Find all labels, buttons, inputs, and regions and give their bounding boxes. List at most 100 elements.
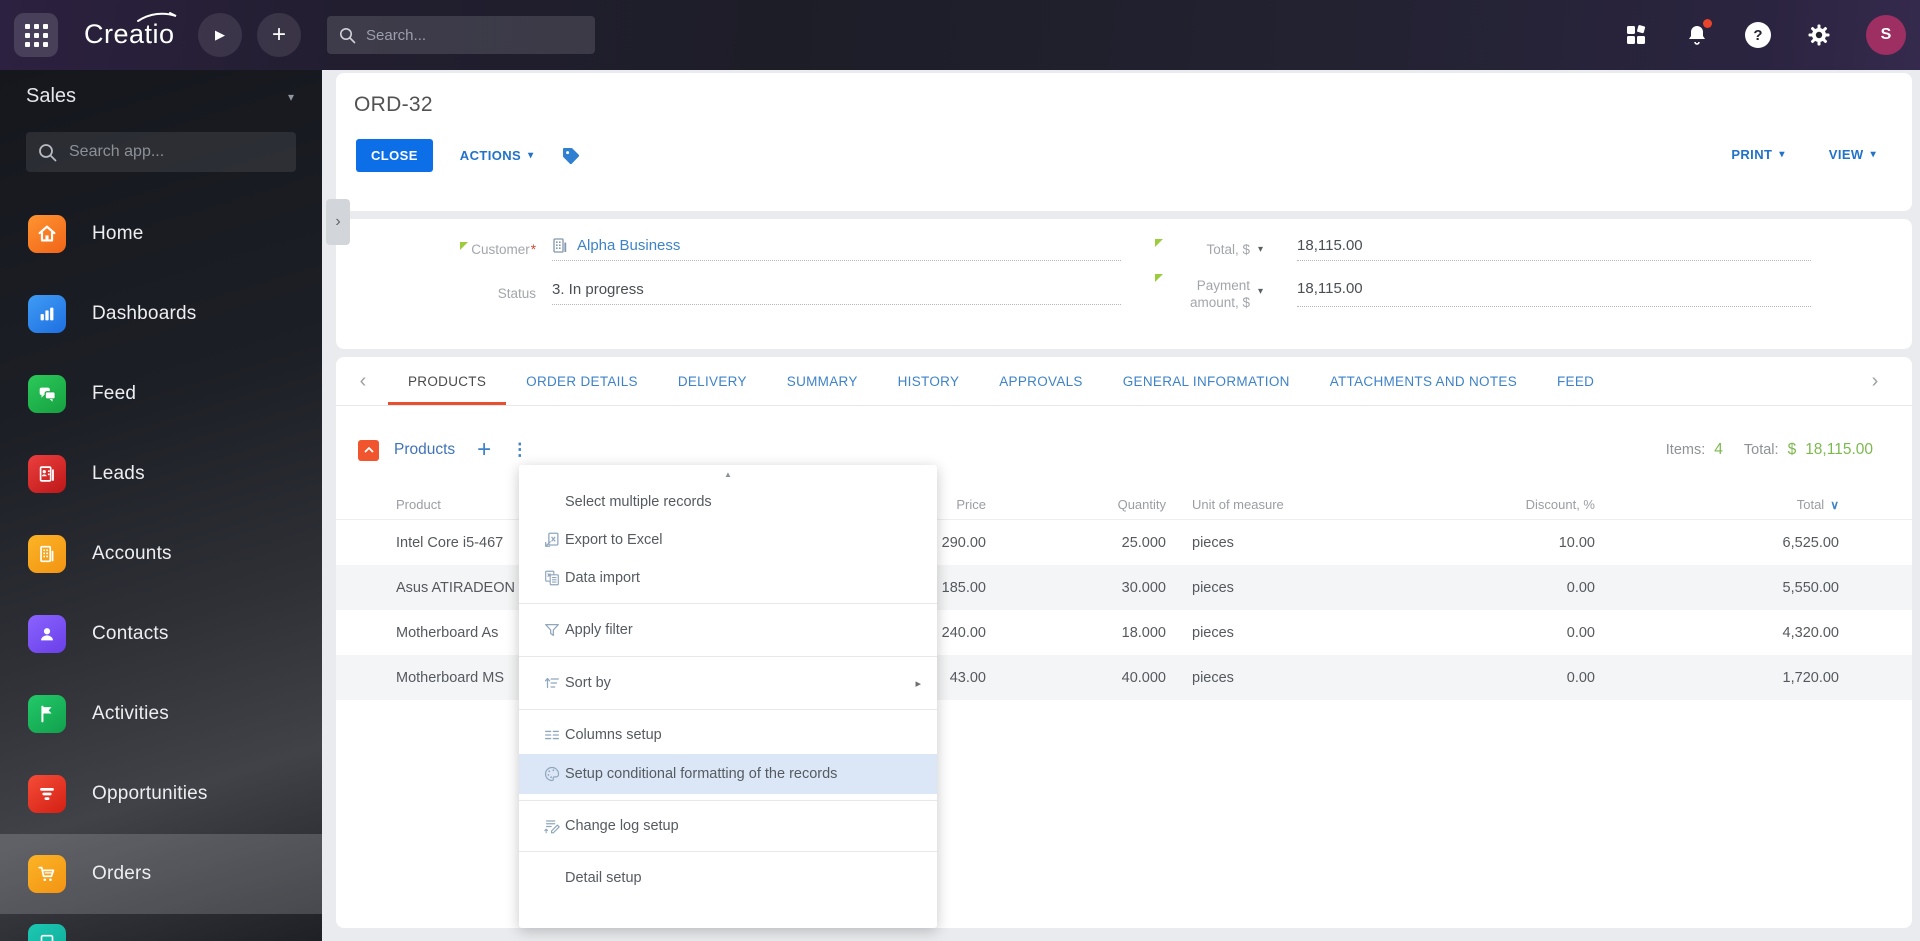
chevron-down-icon[interactable]: ▾ (1258, 286, 1263, 297)
payment-label: Payment amount, $ (1189, 278, 1250, 310)
expand-panel-button[interactable]: › (326, 199, 350, 245)
sidebar-item-contacts[interactable]: Contacts (0, 594, 322, 674)
payment-value-box[interactable]: 18,115.00 (1297, 277, 1811, 307)
settings-button[interactable] (1805, 21, 1833, 49)
cell-quantity: 40.000 (1121, 669, 1166, 686)
menu-item-apply-filter[interactable]: Apply filter (519, 610, 937, 650)
cart-icon (38, 866, 55, 882)
menu-item-export-to-excel[interactable]: Export to Excel (519, 521, 937, 559)
record-header-card: ORD-32 CLOSE ACTIONS ▾ PRINT ▾ VIEW ▾ (336, 73, 1912, 211)
status-value-box[interactable]: 3. In progress (552, 281, 1121, 305)
global-search-input[interactable] (366, 26, 566, 44)
cell-total: 6,525.00 (1782, 534, 1839, 551)
search-icon (340, 27, 356, 43)
sidebar-item-partial[interactable] (0, 914, 322, 941)
customer-value[interactable]: Alpha Business (552, 237, 1121, 261)
sidebar-item-leads[interactable]: Leads (0, 434, 322, 514)
sidebar-item-opportunities[interactable]: Opportunities (0, 754, 322, 834)
actions-button[interactable]: ACTIONS ▾ (460, 148, 534, 163)
detail-title[interactable]: Products (394, 441, 455, 459)
global-search[interactable] (327, 16, 595, 54)
chevron-up-icon (364, 447, 373, 453)
tab-feed[interactable]: FEED (1537, 357, 1614, 405)
sidebar-item-orders[interactable]: Orders (0, 834, 322, 914)
tab-approvals[interactable]: APPROVALS (979, 357, 1102, 405)
tab-summary[interactable]: SUMMARY (767, 357, 878, 405)
notifications-button[interactable] (1683, 19, 1712, 49)
chevron-down-icon[interactable]: ▾ (1258, 244, 1263, 255)
sidebar-item-feed[interactable]: Feed (0, 354, 322, 434)
chevron-down-icon: ▾ (287, 89, 294, 104)
tab-attachments-and-notes[interactable]: ATTACHMENTS AND NOTES (1310, 357, 1537, 405)
topbar-right-icons: ? S (1622, 0, 1906, 70)
app-grid-button[interactable] (14, 13, 58, 57)
help-button[interactable]: ? (1744, 21, 1772, 49)
tabs-scroll-right-icon[interactable]: › (1860, 370, 1890, 393)
menu-item-sort-by[interactable]: Sort by ▸ (519, 663, 937, 703)
sort-icon (544, 677, 559, 689)
quick-add-button[interactable]: + (257, 13, 301, 57)
cell-unit: pieces (1192, 579, 1234, 596)
menu-item-change-log-setup[interactable]: Change log setup (519, 807, 937, 845)
payment-value: 18,115.00 (1297, 280, 1363, 297)
sidebar-item-home[interactable]: Home (0, 194, 322, 274)
customer-field: Customer* Alpha Business (376, 237, 1121, 261)
cell-total: 5,550.00 (1782, 579, 1839, 596)
submenu-arrow-icon: ▸ (915, 677, 921, 690)
customer-link[interactable]: Alpha Business (577, 237, 680, 254)
record-view-buttons: PRINT ▾ VIEW ▾ (1731, 147, 1876, 162)
detail-menu-button[interactable]: ⋮ (511, 440, 528, 460)
add-product-button[interactable]: + (477, 438, 491, 462)
sidebar-item-dashboards[interactable]: Dashboards (0, 274, 322, 354)
workspaces-button[interactable] (1622, 21, 1650, 49)
editable-marker (1155, 274, 1163, 282)
gear-icon (1808, 24, 1830, 46)
menu-item-columns-setup[interactable]: Columns setup (519, 716, 937, 754)
cell-discount: 0.00 (1566, 579, 1595, 596)
collapse-detail-button[interactable] (358, 439, 379, 461)
sidebar-item-label: Activities (92, 703, 169, 724)
tag-icon[interactable] (561, 146, 581, 166)
tab-products[interactable]: PRODUCTS (388, 357, 506, 405)
total-field: Total, $ ▾ 18,115.00 (1155, 237, 1811, 261)
total-value-box[interactable]: 18,115.00 (1297, 237, 1811, 261)
col-unit[interactable]: Unit of measure (1166, 497, 1396, 512)
sidebar-item-label: Accounts (92, 543, 172, 564)
view-label: VIEW (1828, 147, 1864, 162)
app-search-input[interactable] (69, 143, 269, 161)
col-discount[interactable]: Discount, % (1396, 497, 1595, 512)
tab-history[interactable]: HISTORY (878, 357, 980, 405)
process-run-button[interactable]: ▶ (198, 13, 242, 57)
sidebar-item-label: Dashboards (92, 303, 197, 324)
total-label: Total: (1743, 442, 1779, 458)
workspace-selector[interactable]: Sales ▾ (26, 85, 294, 108)
user-avatar[interactable]: S (1866, 15, 1906, 55)
grid-icon (24, 23, 48, 47)
print-button[interactable]: PRINT ▾ (1731, 147, 1784, 162)
creatio-logo: Creatio (84, 19, 175, 49)
change-log-icon (544, 820, 560, 834)
close-button[interactable]: CLOSE (356, 139, 433, 172)
menu-item-data-import[interactable]: Data import (519, 559, 937, 597)
funnel-icon (40, 788, 54, 800)
cell-unit: pieces (1192, 624, 1234, 641)
sidebar-item-accounts[interactable]: Accounts (0, 514, 322, 594)
tab-order-details[interactable]: ORDER DETAILS (506, 357, 658, 405)
app-search[interactable] (26, 132, 296, 172)
view-button[interactable]: VIEW ▾ (1829, 147, 1876, 162)
tab-general-information[interactable]: GENERAL INFORMATION (1103, 357, 1310, 405)
detail-context-menu: ▲ Select multiple records Export to Exce… (519, 465, 937, 928)
total-label-box: Total, $ (1155, 238, 1250, 257)
menu-item-select-multiple-records[interactable]: Select multiple records (519, 483, 937, 521)
menu-item-detail-setup[interactable]: Detail setup (519, 858, 937, 898)
tab-delivery[interactable]: DELIVERY (658, 357, 767, 405)
sidebar-item-activities[interactable]: Activities (0, 674, 322, 754)
col-total[interactable]: Total ∨ (1595, 497, 1839, 512)
cell-quantity: 30.000 (1121, 579, 1166, 596)
menu-item-setup-conditional-formatting[interactable]: Setup conditional formatting of the reco… (519, 754, 937, 794)
menu-scroll-up-icon[interactable]: ▲ (519, 465, 937, 483)
play-icon: ▶ (215, 27, 225, 42)
col-quantity[interactable]: Quantity (986, 497, 1166, 512)
home-icon (38, 225, 56, 242)
tabs-scroll-left-icon[interactable]: ‹ (348, 370, 378, 393)
